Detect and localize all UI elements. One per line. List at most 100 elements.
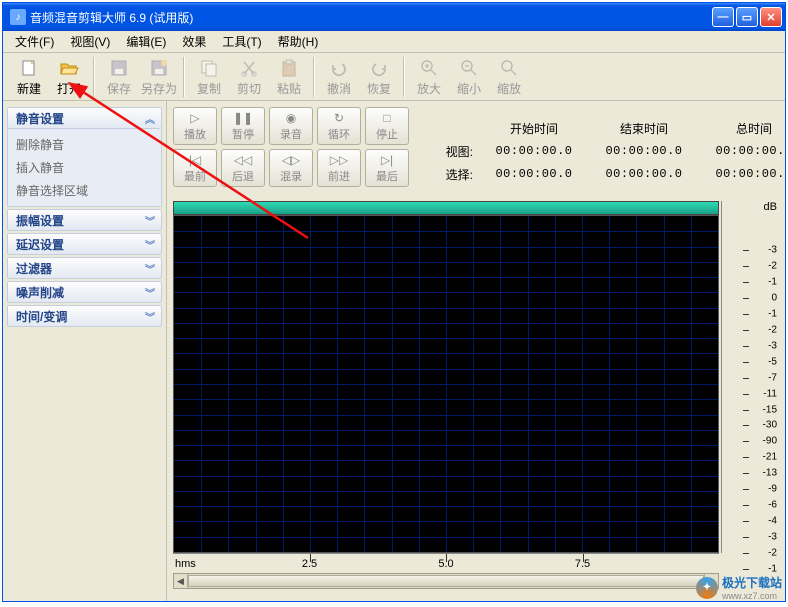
stop-icon: □: [383, 111, 390, 125]
transport-controls: ▷播放 ❚❚暂停 ◉录音 ↻循环 □停止 |◁最前 ◁◁后退 ◁▷混录 ▷▷前进…: [173, 107, 409, 195]
menu-view[interactable]: 视图(V): [62, 31, 118, 52]
chevron-up-icon: ︽: [145, 111, 153, 126]
saveas-button: 另存为: [139, 56, 179, 98]
sidebar: 静音设置 ︽ 删除静音 插入静音 静音选择区域 振幅设置︾ 延迟设置︾ 过滤器︾…: [3, 101, 167, 601]
chevron-down-icon: ︾: [145, 261, 153, 276]
zoom-fit-icon: [499, 58, 519, 78]
acc-filter-head[interactable]: 过滤器︾: [7, 257, 162, 279]
scroll-left-arrow[interactable]: ◀: [174, 574, 188, 588]
db-tick-label: 0: [749, 293, 777, 304]
saveas-icon: [149, 58, 169, 78]
start-time-header: 开始时间: [479, 120, 589, 137]
new-button[interactable]: 新建: [9, 56, 49, 98]
copy-icon: [199, 58, 219, 78]
close-button[interactable]: ✕: [760, 7, 782, 27]
waveform-area: dB -3-2-10-1-2-3-5-7-11-15-30-90-21-13-9…: [173, 201, 779, 553]
time-ruler[interactable]: hms 2.5 5.0 7.5: [173, 553, 719, 571]
menu-effect[interactable]: 效果: [174, 31, 214, 52]
play-icon: ▷: [190, 111, 199, 125]
db-tick-label: -2: [749, 547, 777, 558]
cut-icon: [239, 58, 259, 78]
chevron-down-icon: ︾: [145, 309, 153, 324]
db-tick-label: -13: [749, 468, 777, 479]
acc-amplitude-head[interactable]: 振幅设置︾: [7, 209, 162, 231]
save-button: 保存: [99, 56, 139, 98]
watermark: ✦ 极光下载站 www.xz7.com: [696, 574, 782, 601]
record-icon: ◉: [286, 111, 296, 125]
play-button[interactable]: ▷播放: [173, 107, 217, 145]
menu-tool[interactable]: 工具(T): [214, 31, 269, 52]
menu-file[interactable]: 文件(F): [7, 31, 62, 52]
rewind-icon: ◁◁: [234, 153, 252, 167]
scrollbar-thumb[interactable]: [188, 575, 704, 587]
copy-button: 复制: [189, 56, 229, 98]
acc-pitch-head[interactable]: 时间/变调︾: [7, 305, 162, 327]
chevron-down-icon: ︾: [145, 285, 153, 300]
db-label: dB: [764, 201, 777, 213]
db-tick-label: -30: [749, 420, 777, 431]
loop-button[interactable]: ↻循环: [317, 107, 361, 145]
back-button[interactable]: ◁◁后退: [221, 149, 265, 187]
db-tick-label: -2: [749, 261, 777, 272]
waveform-canvas[interactable]: [173, 215, 719, 553]
chevron-down-icon: ︾: [145, 213, 153, 228]
sidebar-item-delete-silence[interactable]: 删除静音: [16, 133, 153, 156]
acc-noise-head[interactable]: 噪声削减︾: [7, 281, 162, 303]
view-label: 视图:: [429, 143, 479, 160]
select-start-value: 00:00:00.0: [479, 167, 589, 181]
minimize-button[interactable]: —: [712, 7, 734, 27]
db-tick-label: -1: [749, 277, 777, 288]
view-total-value: 00:00:00.0: [699, 144, 785, 158]
waveform-overview[interactable]: [173, 201, 719, 215]
acc-silence-head[interactable]: 静音设置 ︽: [7, 107, 162, 129]
titlebar: ♪ 音频混音剪辑大师 6.9 (试用版) — ▭ ✕: [3, 3, 785, 31]
db-tick-label: -11: [749, 388, 777, 399]
skip-first-icon: |◁: [189, 153, 201, 167]
paste-button: 粘贴: [269, 56, 309, 98]
zoom-in-icon: [419, 58, 439, 78]
view-end-value: 00:00:00.0: [589, 144, 699, 158]
sidebar-item-mute-selection[interactable]: 静音选择区域: [16, 179, 153, 202]
ruler-unit: hms: [175, 558, 196, 570]
zoomin-button: 放大: [409, 56, 449, 98]
folder-open-icon: [59, 58, 79, 78]
db-tick-label: -1: [749, 308, 777, 319]
undo-button: 撤消: [319, 56, 359, 98]
db-tick-label: -5: [749, 356, 777, 367]
fastforward-icon: ▷▷: [330, 153, 348, 167]
sidebar-item-insert-silence[interactable]: 插入静音: [16, 156, 153, 179]
horizontal-scrollbar[interactable]: ◀ ▶: [173, 573, 719, 589]
menu-help[interactable]: 帮助(H): [270, 31, 327, 52]
view-start-value: 00:00:00.0: [479, 144, 589, 158]
redo-button: 恢复: [359, 56, 399, 98]
mix-button[interactable]: ◁▷混录: [269, 149, 313, 187]
menubar: 文件(F) 视图(V) 编辑(E) 效果 工具(T) 帮助(H): [3, 31, 785, 53]
main-area: ▷播放 ❚❚暂停 ◉录音 ↻循环 □停止 |◁最前 ◁◁后退 ◁▷混录 ▷▷前进…: [167, 101, 785, 601]
forward-button[interactable]: ▷▷前进: [317, 149, 361, 187]
zoomout-button: 缩小: [449, 56, 489, 98]
acc-delay-head[interactable]: 延迟设置︾: [7, 233, 162, 255]
db-tick-label: -3: [749, 245, 777, 256]
chevron-down-icon: ︾: [145, 237, 153, 252]
last-button[interactable]: ▷|最后: [365, 149, 409, 187]
record-button[interactable]: ◉录音: [269, 107, 313, 145]
zoomfit-button: 缩放: [489, 56, 529, 98]
select-total-value: 00:00:00.0: [699, 167, 785, 181]
stop-button[interactable]: □停止: [365, 107, 409, 145]
first-button[interactable]: |◁最前: [173, 149, 217, 187]
mix-icon: ◁▷: [282, 153, 300, 167]
db-tick-label: -21: [749, 452, 777, 463]
paste-icon: [279, 58, 299, 78]
pause-button[interactable]: ❚❚暂停: [221, 107, 265, 145]
undo-icon: [329, 58, 349, 78]
zoom-out-icon: [459, 58, 479, 78]
db-tick-label: -1: [749, 563, 777, 574]
open-button[interactable]: 打开: [49, 56, 89, 98]
watermark-icon: ✦: [696, 577, 718, 599]
maximize-button[interactable]: ▭: [736, 7, 758, 27]
db-tick-label: -90: [749, 436, 777, 447]
loop-icon: ↻: [334, 111, 344, 125]
menu-edit[interactable]: 编辑(E): [118, 31, 174, 52]
db-tick-label: -4: [749, 515, 777, 526]
total-time-header: 总时间: [699, 120, 785, 137]
